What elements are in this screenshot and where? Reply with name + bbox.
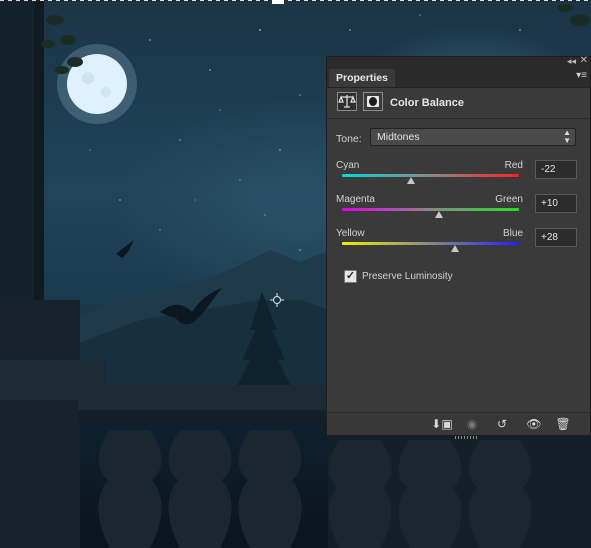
slider-left-label: Cyan [336,160,360,171]
slider-right-label: Red [504,160,523,171]
panel-title-bar[interactable]: ◂◂ ✕ [327,55,590,68]
preserve-luminosity-checkbox[interactable]: ✓ [344,270,357,283]
adjustment-header: Color Balance [327,88,590,119]
slider-right-label: Green [495,194,523,205]
close-icon[interactable]: ✕ [580,55,588,66]
slider-value-input[interactable]: +10 [535,194,577,213]
slider-track[interactable] [342,208,519,211]
view-previous-state-icon[interactable]: ◉ [461,415,483,433]
delete-icon[interactable]: 🗑 [552,415,574,433]
reset-icon[interactable]: ↺ [491,415,513,433]
slider-track[interactable] [342,242,519,245]
tone-select[interactable]: Midtones ▲ ▼ [370,128,576,146]
slider-row-yellow-blue: Yellow Blue +28 [336,228,584,258]
tab-properties[interactable]: Properties [329,69,395,87]
adjustment-title: Color Balance [390,97,464,109]
toggle-visibility-icon[interactable]: 👁 [523,415,545,433]
panel-menu-icon[interactable]: ▾≡ [576,70,587,81]
selection-marquee [0,0,591,1]
panel-tab-row: Properties ▾≡ [327,68,590,88]
slider-left-label: Yellow [336,228,365,239]
tone-selected-value: Midtones [377,131,420,143]
tone-label: Tone: [336,133,362,145]
slider-right-label: Blue [502,228,523,239]
up-down-arrows-icon: ▲ ▼ [563,128,571,145]
transform-handle[interactable] [271,0,285,5]
slider-thumb[interactable] [435,211,444,218]
panel-bottom-toolbar: ⬇▣ ◉ ↺ 👁 🗑 [327,412,590,439]
slider-row-cyan-red: Cyan Red -22 [336,160,584,190]
resize-grip[interactable] [455,436,477,439]
properties-panel: ◂◂ ✕ Properties ▾≡ Color Balance Tone: M… [326,55,591,439]
layer-mask-icon[interactable] [363,92,383,111]
slider-value-input[interactable]: -22 [535,160,577,179]
slider-thumb[interactable] [451,245,460,252]
slider-track[interactable] [342,174,519,177]
preserve-luminosity-label: Preserve Luminosity [362,271,453,282]
color-balance-icon[interactable] [337,92,357,111]
slider-left-label: Magenta [336,194,375,205]
double-chevron-right-icon[interactable]: ◂◂ [567,56,576,67]
slider-thumb[interactable] [407,177,416,184]
clip-to-layer-icon[interactable]: ⬇▣ [431,415,453,433]
slider-row-magenta-green: Magenta Green +10 [336,194,584,224]
slider-value-input[interactable]: +28 [535,228,577,247]
